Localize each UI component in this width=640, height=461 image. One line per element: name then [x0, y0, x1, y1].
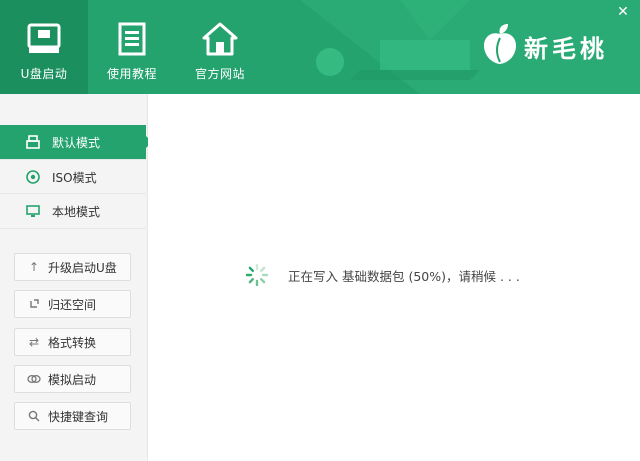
divider — [0, 228, 146, 229]
restore-space-button[interactable]: 归还空间 — [14, 290, 131, 318]
close-button[interactable]: ✕ — [615, 4, 631, 20]
swap-arrows-icon: ⇄ — [28, 335, 40, 349]
link-icon — [27, 372, 41, 386]
restore-icon — [27, 297, 41, 311]
monitor-icon — [24, 202, 42, 220]
tool-label: 快捷键查询 — [48, 409, 109, 424]
hotkey-lookup-button[interactable]: 快捷键查询 — [14, 402, 131, 430]
tool-label: 模拟启动 — [48, 372, 97, 387]
sidebar-item-label: ISO模式 — [52, 170, 97, 185]
sidebar-item-label: 默认模式 — [52, 135, 101, 150]
tab-tutorial-label: 使用教程 — [106, 67, 157, 81]
sidebar: 默认模式 ISO模式 本地模式 ↑ 升级启动U盘 归还空间 ⇄ 格式转换 模拟启… — [0, 94, 152, 461]
search-icon — [27, 409, 41, 423]
tool-label: 归还空间 — [48, 297, 97, 312]
format-convert-button[interactable]: ⇄ 格式转换 — [14, 328, 131, 356]
tab-official-site-label: 官方网站 — [194, 67, 245, 81]
tab-tutorial[interactable]: 使用教程 — [88, 0, 176, 94]
tool-label: 格式转换 — [48, 335, 97, 350]
tab-usb-boot[interactable]: U盘启动 — [0, 0, 88, 94]
app-window: U盘启动 使用教程 官方网站 新毛桃 ✕ 默认模式 ISO模式 本地模式 ↑ 升… — [0, 0, 640, 461]
document-icon — [113, 20, 151, 58]
loading-spinner-icon — [245, 263, 269, 287]
usb-drive-icon — [25, 20, 63, 58]
peach-logo-icon — [480, 22, 520, 70]
sidebar-item-local-mode[interactable]: 本地模式 — [0, 194, 146, 228]
upgrade-usb-button[interactable]: ↑ 升级启动U盘 — [14, 253, 131, 281]
sidebar-item-iso-mode[interactable]: ISO模式 — [0, 160, 146, 194]
sidebar-item-label: 本地模式 — [52, 204, 101, 219]
brand-name: 新毛桃 — [524, 34, 608, 63]
main-content: 正在写入 基础数据包 (50%)，请稍候 . . . — [148, 94, 640, 461]
simulate-boot-button[interactable]: 模拟启动 — [14, 365, 131, 393]
status-text: 正在写入 基础数据包 (50%)，请稍候 . . . — [288, 268, 520, 284]
tool-label: 升级启动U盘 — [48, 260, 117, 275]
home-icon — [201, 20, 239, 58]
brand-logo: 新毛桃 — [480, 22, 608, 70]
arrow-up-icon: ↑ — [28, 260, 40, 274]
usb-stick-icon — [24, 133, 42, 151]
tab-usb-boot-label: U盘启动 — [20, 67, 68, 81]
write-status: 正在写入 基础数据包 (50%)，请稍候 . . . — [244, 262, 520, 288]
disc-icon — [24, 168, 42, 186]
sidebar-item-default-mode[interactable]: 默认模式 — [0, 125, 152, 159]
tab-official-site[interactable]: 官方网站 — [176, 0, 264, 94]
header-bar: U盘启动 使用教程 官方网站 新毛桃 ✕ — [0, 0, 640, 94]
